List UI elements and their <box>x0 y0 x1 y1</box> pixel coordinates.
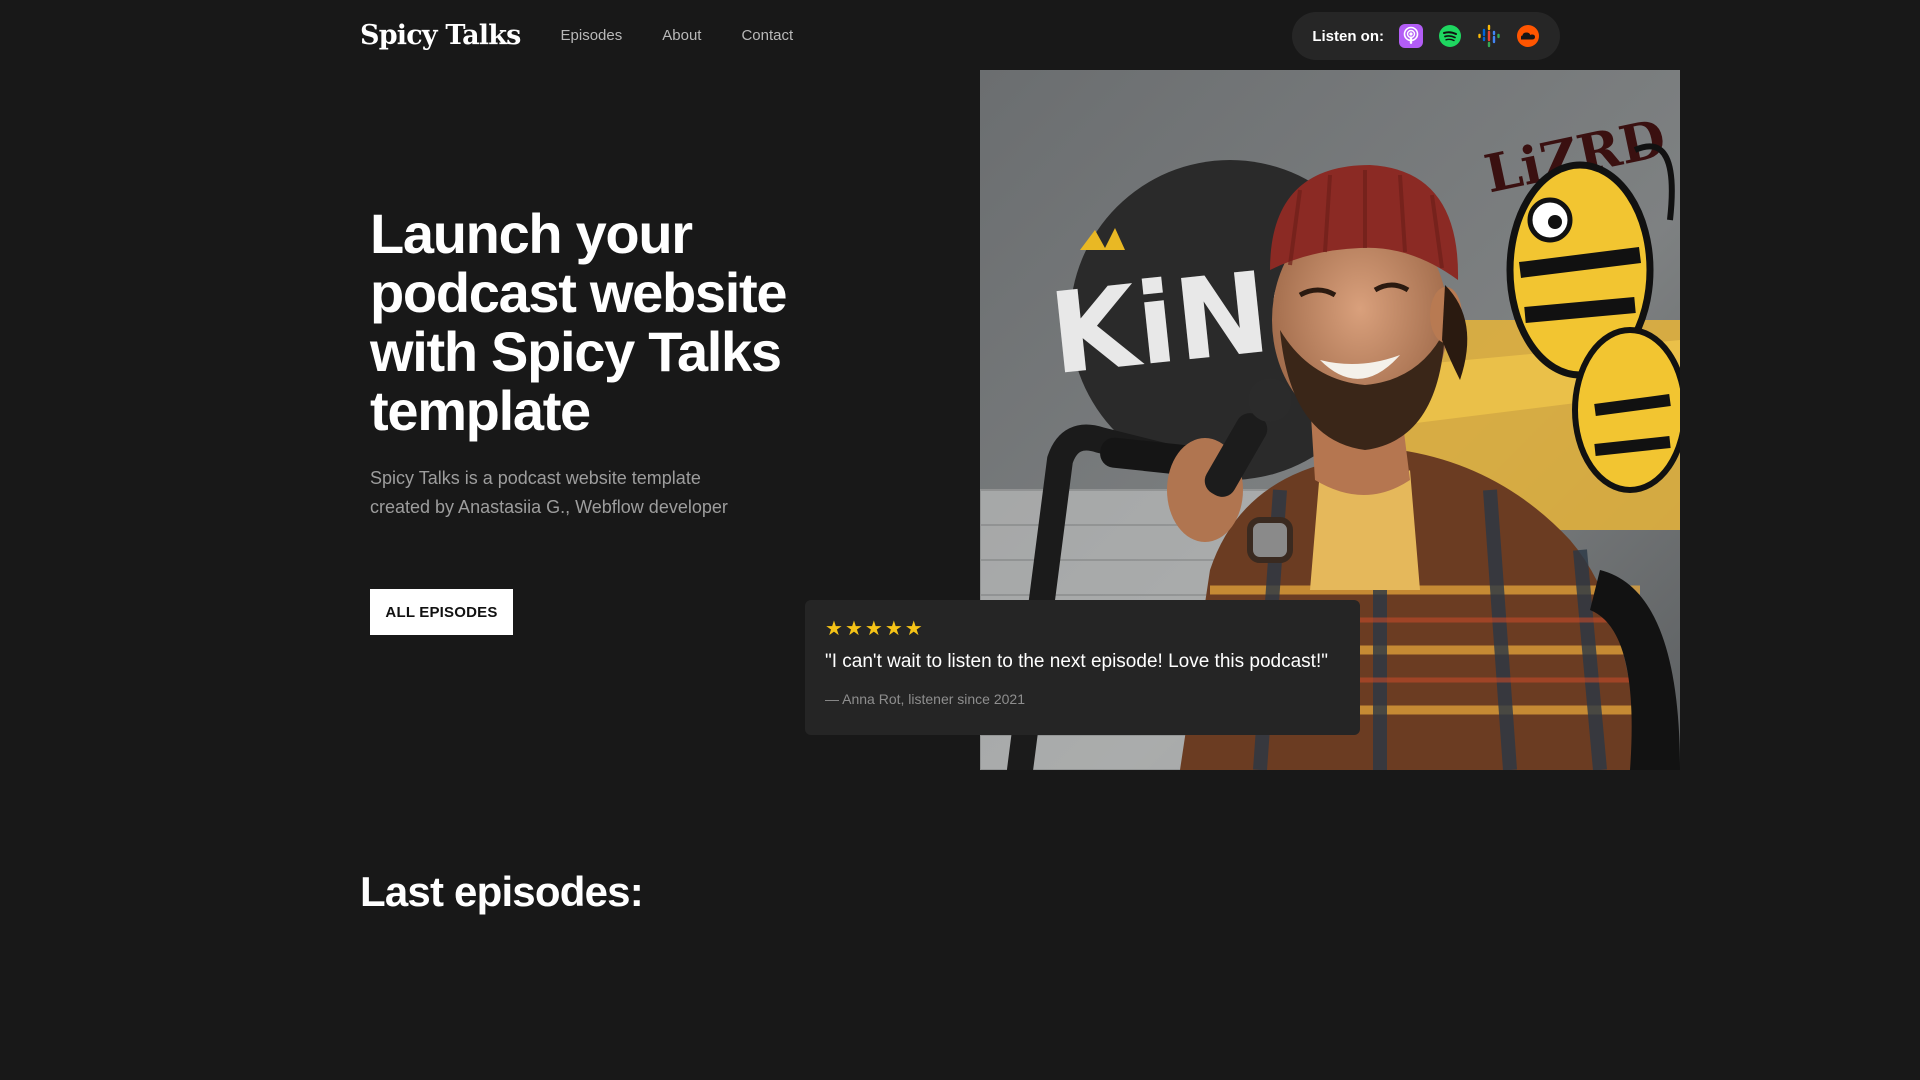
nav-episodes-link[interactable]: Episodes <box>561 27 623 44</box>
star-icon: ★ <box>884 618 903 640</box>
hero-title: Launch your podcast website with Spicy T… <box>370 202 787 442</box>
google-podcasts-icon[interactable] <box>1477 24 1501 48</box>
review-quote: "I can't wait to listen to the next epis… <box>825 651 1328 672</box>
star-icon: ★ <box>864 618 883 640</box>
rating-stars: ★ ★ ★ ★ ★ <box>825 618 1340 640</box>
star-icon: ★ <box>844 618 863 640</box>
listen-on-bar: Listen on: <box>1292 12 1560 60</box>
site-logo[interactable]: Spicy Talks <box>360 20 521 51</box>
nav-about-link[interactable]: About <box>662 27 701 44</box>
review-card: ★ ★ ★ ★ ★ "I can't wait to listen to the… <box>805 600 1360 735</box>
star-icon: ★ <box>904 618 923 640</box>
hero-description: Spicy Talks is a podcast website templat… <box>370 468 728 517</box>
soundcloud-icon[interactable] <box>1516 24 1540 48</box>
apple-podcasts-icon[interactable] <box>1399 24 1423 48</box>
star-icon: ★ <box>825 618 843 640</box>
nav-contact-link[interactable]: Contact <box>741 27 793 44</box>
listen-on-label: Listen on: <box>1312 27 1384 45</box>
main-nav: Episodes About Contact <box>561 27 794 44</box>
site-header: Spicy Talks Episodes About Contact Liste… <box>360 12 1560 60</box>
last-episodes-heading: Last episodes: <box>360 868 644 915</box>
all-episodes-button[interactable]: ALL EPISODES <box>370 589 513 635</box>
review-author: — Anna Rot, listener since 2021 <box>825 691 1026 707</box>
spotify-icon[interactable] <box>1438 24 1462 48</box>
